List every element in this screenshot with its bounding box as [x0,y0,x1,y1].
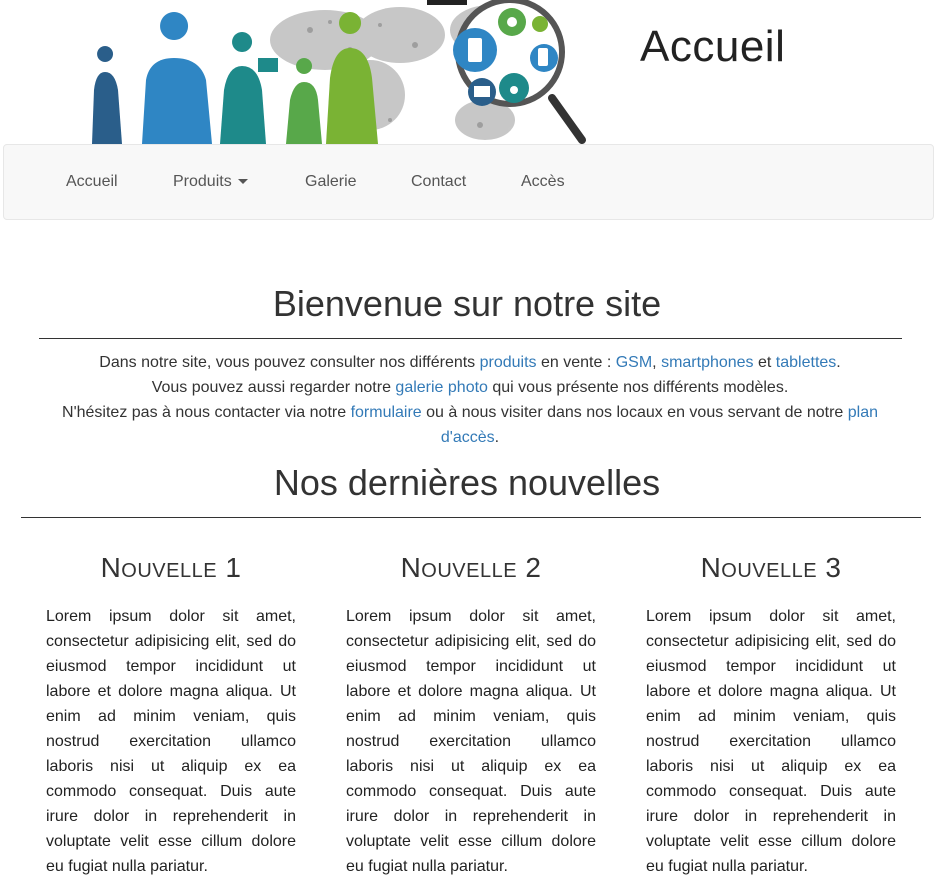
page-title: Accueil [640,22,786,71]
intro-text: . [494,429,500,446]
nav-galerie[interactable]: Galerie [305,173,357,191]
caret-down-icon [237,179,248,185]
banner-image [70,0,590,144]
nav-contact[interactable]: Contact [411,173,466,191]
link-galerie-photo[interactable]: galerie photo [395,379,488,396]
welcome-text: Dans notre site, vous pouvez consulter n… [36,350,904,450]
nav-acces[interactable]: Accès [521,173,565,191]
news-item-body: Lorem ipsum dolor sit amet, consectetur … [46,608,296,875]
intro-text: N'hésitez pas à nous contacter via notre [62,404,351,421]
news-item-body: Lorem ipsum dolor sit amet, consectetur … [646,608,896,875]
nav-produits-label: Produits [173,173,232,190]
welcome-divider [39,338,902,339]
news-item-body: Lorem ipsum dolor sit amet, consectetur … [346,608,596,875]
intro-text: Vous pouvez aussi regarder notre [151,379,396,396]
intro-text: et [753,354,776,371]
nav-produits-dropdown[interactable]: Produits [173,173,248,191]
news-item-title: Nouvelle 3 [700,552,842,583]
news-item-1: Nouvelle 1 Lorem ipsum dolor sit amet, c… [46,552,296,879]
link-smartphones[interactable]: smartphones [661,354,754,371]
news-item-2: Nouvelle 2 Lorem ipsum dolor sit amet, c… [346,552,596,879]
welcome-title: Bienvenue sur notre site [272,283,662,324]
link-gsm[interactable]: GSM [616,354,652,371]
intro-text: . [836,354,841,371]
intro-text: , [652,354,662,371]
intro-text: en vente : [536,354,616,371]
news-item-title: Nouvelle 1 [100,552,242,583]
site-header: Accueil [0,0,934,144]
intro-text: ou à nous visiter dans nos locaux en vou… [421,404,848,421]
link-formulaire[interactable]: formulaire [351,404,422,421]
news-section-title: Nos dernières nouvelles [273,462,661,503]
intro-text: qui vous présente nos différents modèles… [487,379,789,396]
news-divider [21,517,921,518]
news-item-3: Nouvelle 3 Lorem ipsum dolor sit amet, c… [646,552,896,879]
intro-text: Dans notre site, vous pouvez consulter n… [99,354,480,371]
link-tablettes[interactable]: tablettes [776,354,836,371]
nav-accueil[interactable]: Accueil [66,173,118,191]
news-item-title: Nouvelle 2 [400,552,542,583]
link-produits[interactable]: produits [480,354,537,371]
main-navbar: Accueil Produits Galerie Contact Accès [3,144,934,220]
